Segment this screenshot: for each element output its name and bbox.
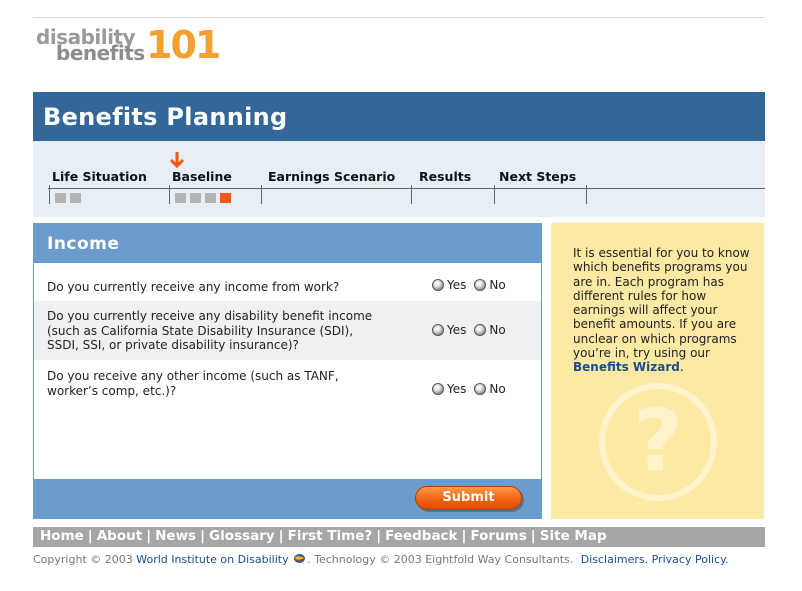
step-divider	[411, 185, 412, 204]
question-line: SSDI, SSI, or private disability insuran…	[47, 338, 299, 352]
radio-button-icon[interactable]	[432, 383, 444, 395]
benefits-wizard-link[interactable]: Benefits Wizard	[573, 360, 680, 374]
question-line: (such as California State Disability Ins…	[47, 323, 354, 338]
radio-yes[interactable]: Yes	[432, 323, 466, 337]
question-row: Do you currently receive any income from…	[34, 263, 541, 301]
step-square-current	[220, 193, 231, 203]
nav-glossary[interactable]: Glossary	[209, 528, 275, 544]
radio-yes-label: Yes	[447, 382, 467, 396]
step-divider	[261, 185, 262, 204]
sidebar-body: It is essential for you to know which be…	[573, 246, 750, 361]
radio-no[interactable]: No	[474, 278, 506, 292]
question-line: worker’s comp, etc.)?	[47, 383, 177, 398]
radio-no-label: No	[489, 323, 506, 337]
step-square	[55, 193, 66, 203]
question-line: Do you currently receive any disability …	[47, 309, 373, 323]
question-mark-icon: ?	[599, 383, 717, 501]
answer-options: Yes No	[432, 278, 514, 292]
step-next-steps[interactable]: Next Steps	[499, 169, 576, 184]
progress-steps: Life Situation Baseline Earnings Scenari…	[33, 141, 765, 217]
income-panel-header: Income	[34, 224, 541, 263]
radio-yes-label: Yes	[447, 278, 467, 292]
question-text: Do you currently receive any income from…	[47, 280, 340, 294]
question-text: Do you receive any other income (such as…	[47, 369, 339, 398]
step-divider	[494, 185, 495, 204]
step-divider	[169, 185, 170, 204]
question-mark-glyph: ?	[633, 391, 683, 491]
copyright-footer: Copyright © 2003 World Institute on Disa…	[33, 553, 729, 566]
footer-nav: Home | About | News | Glossary | First Time? | Fee…	[33, 527, 765, 547]
question-text: Do you currently receive any disability …	[47, 309, 372, 353]
nav-news[interactable]: News	[155, 528, 196, 544]
logo[interactable]: disability benefits 101	[36, 23, 221, 68]
question-row: Do you receive any other income (such as…	[34, 360, 541, 404]
logo-number: 101	[146, 23, 221, 67]
nav-links: Home | About | News | Glossary | First Time? | Fee…	[40, 528, 607, 544]
sidebar-text: It is essential for you to know which be…	[573, 246, 753, 375]
logo-word-benefits: benefits	[56, 41, 145, 65]
nav-home[interactable]: Home	[40, 528, 84, 544]
income-panel-title: Income	[47, 234, 120, 254]
step-divider	[49, 185, 50, 204]
radio-button-icon[interactable]	[474, 324, 487, 336]
steps-baseline	[48, 188, 765, 189]
radio-button-icon[interactable]	[474, 279, 487, 291]
radio-no-label: No	[489, 278, 506, 292]
top-divider	[33, 17, 765, 18]
step-results[interactable]: Results	[419, 169, 471, 184]
step-square	[70, 193, 81, 203]
radio-no-label: No	[489, 382, 506, 396]
privacy-policy-link[interactable]: Privacy Policy.	[652, 553, 729, 566]
step-square	[190, 193, 201, 203]
disclaimers-link[interactable]: Disclaimers.	[581, 553, 648, 566]
radio-yes[interactable]: Yes	[432, 382, 466, 396]
copyright-text: Copyright © 2003	[33, 553, 137, 566]
sidebar-period: .	[679, 360, 684, 375]
step-square	[175, 193, 186, 203]
nav-forums[interactable]: Forums	[470, 528, 526, 544]
answer-options: Yes No	[432, 323, 514, 337]
page-title: Benefits Planning	[43, 103, 288, 131]
submit-button[interactable]: Submit	[415, 486, 522, 510]
radio-yes[interactable]: Yes	[432, 278, 466, 292]
question-line: Do you receive any other income (such as…	[47, 369, 339, 383]
current-step-arrow-icon	[169, 152, 185, 169]
step-life-situation[interactable]: Life Situation	[52, 169, 147, 184]
radio-no[interactable]: No	[474, 323, 506, 337]
step-baseline[interactable]: Baseline	[172, 169, 232, 184]
nav-about[interactable]: About	[97, 528, 142, 544]
radio-no[interactable]: No	[474, 382, 506, 396]
radio-button-icon[interactable]	[432, 279, 444, 291]
nav-site-map[interactable]: Site Map	[540, 528, 607, 544]
radio-button-icon[interactable]	[474, 383, 487, 395]
title-bar: Benefits Planning	[33, 92, 765, 141]
answer-options: Yes No	[432, 382, 514, 396]
technology-text: . Technology © 2003 Eightfold Way Consul…	[307, 553, 574, 566]
globe-logo-icon	[293, 554, 306, 563]
step-divider	[586, 185, 587, 204]
radio-yes-label: Yes	[447, 323, 467, 337]
step-earnings-scenario[interactable]: Earnings Scenario	[268, 169, 395, 184]
info-sidebar: It is essential for you to know which be…	[551, 223, 764, 519]
nav-first-time[interactable]: First Time?	[288, 528, 373, 544]
wid-link[interactable]: World Institute on Disability	[136, 553, 288, 566]
question-row: Do you currently receive any disability …	[34, 301, 541, 360]
radio-button-icon[interactable]	[432, 324, 444, 336]
nav-feedback[interactable]: Feedback	[385, 528, 457, 544]
income-panel-footer: Submit	[34, 479, 541, 518]
income-panel: Income Do you currently receive any inco…	[33, 223, 542, 519]
step-square	[205, 193, 216, 203]
